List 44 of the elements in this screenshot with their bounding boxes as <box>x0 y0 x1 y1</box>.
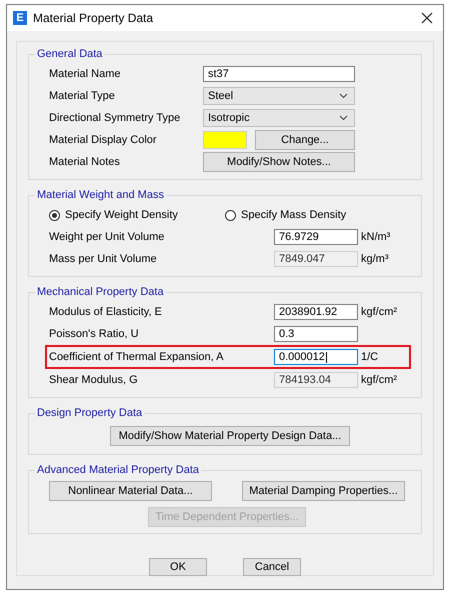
value-field[interactable]: 0.3 <box>274 326 358 342</box>
dialog-button[interactable]: Cancel <box>243 558 301 576</box>
dropdown[interactable]: Steel <box>203 87 355 105</box>
notes-button[interactable]: Modify/Show Notes... <box>203 152 355 172</box>
app-icon: E <box>13 11 27 25</box>
field-label: Material Notes <box>49 156 121 168</box>
group-title: General Data <box>36 48 104 60</box>
chevron-icon <box>339 93 348 99</box>
field-label: Weight per Unit Volume <box>49 231 166 243</box>
radio-option[interactable]: Specify Weight Density <box>49 209 225 221</box>
unit-label: kgf/cm² <box>361 374 398 386</box>
field-label: Directional Symmetry Type <box>49 112 182 124</box>
radio-option[interactable]: Specify Mass Density <box>225 209 401 221</box>
unit-label: kg/m³ <box>361 253 390 265</box>
dialog-button[interactable]: OK <box>149 558 207 576</box>
field-label: Material Type <box>49 90 116 102</box>
field-label: Material Display Color <box>49 134 158 146</box>
dropdown[interactable]: Isotropic <box>203 109 355 127</box>
field-label: Poisson's Ratio, U <box>49 328 140 340</box>
field-label: Shear Modulus, G <box>49 374 139 386</box>
group-title: Mechanical Property Data <box>36 286 165 298</box>
action-button[interactable]: Material Damping Properties... <box>242 481 405 501</box>
field-label: Mass per Unit Volume <box>49 253 158 265</box>
action-button[interactable]: Nonlinear Material Data... <box>49 481 212 501</box>
group-title: Advanced Material Property Data <box>36 464 200 476</box>
chevron-icon <box>339 115 348 121</box>
window-title: Material Property Data <box>33 11 154 25</box>
unit-label: 1/C <box>361 351 380 363</box>
value-field[interactable]: 76.9729 <box>274 229 358 245</box>
unit-label: kgf/cm² <box>361 306 398 318</box>
change-button[interactable]: Change... <box>255 130 355 150</box>
radio-icon[interactable] <box>49 210 60 220</box>
value-field[interactable]: 2038901.92 <box>274 304 358 320</box>
text-field[interactable]: st37 <box>203 66 355 82</box>
field-label: Modulus of Elasticity, E <box>49 306 163 318</box>
close-button[interactable] <box>419 10 435 26</box>
unit-label: kN/m³ <box>361 231 392 243</box>
radio-icon[interactable] <box>225 210 236 220</box>
action-button[interactable]: Modify/Show Material Property Design Data... <box>110 426 350 446</box>
field-label: Material Name <box>49 68 122 80</box>
value-field[interactable]: 0.000012 <box>274 349 358 365</box>
field-label: Coefficient of Thermal Expansion, A <box>49 351 224 363</box>
group-title: Material Weight and Mass <box>36 189 165 201</box>
group-title: Design Property Data <box>36 407 144 419</box>
